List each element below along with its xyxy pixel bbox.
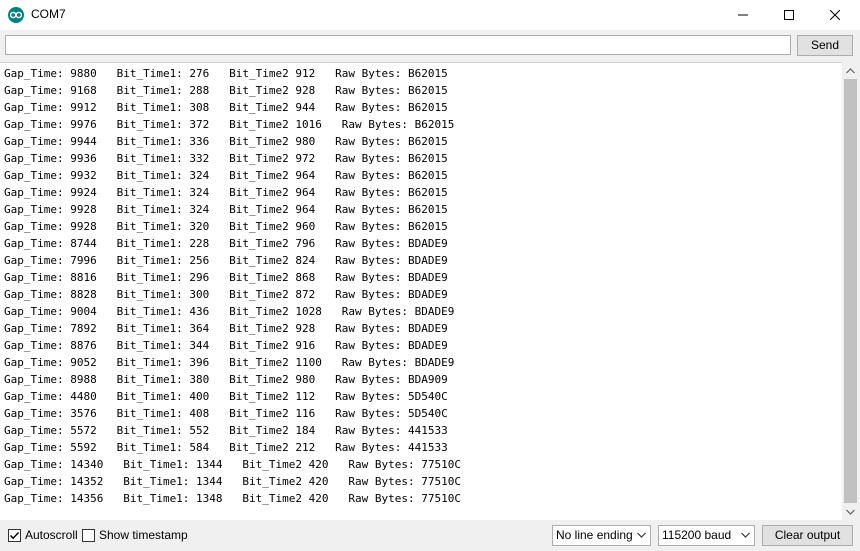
serial-output-line: Gap_Time: 7996 Bit_Time1: 256 Bit_Time2 …: [4, 254, 448, 267]
close-button[interactable]: [812, 0, 858, 30]
serial-input[interactable]: [5, 35, 791, 55]
show-timestamp-label: Show timestamp: [99, 528, 188, 542]
serial-output-line: Gap_Time: 8816 Bit_Time1: 296 Bit_Time2 …: [4, 271, 448, 284]
serial-output-line: Gap_Time: 9168 Bit_Time1: 288 Bit_Time2 …: [4, 84, 448, 97]
serial-output-line: Gap_Time: 8876 Bit_Time1: 344 Bit_Time2 …: [4, 339, 448, 352]
serial-output-line: Gap_Time: 9928 Bit_Time1: 320 Bit_Time2 …: [4, 220, 448, 233]
chevron-down-icon: [846, 509, 855, 515]
autoscroll-checkbox[interactable]: [8, 529, 21, 542]
bottom-bar: Autoscroll Show timestamp No line ending…: [0, 520, 860, 551]
serial-output-line: Gap_Time: 9932 Bit_Time1: 324 Bit_Time2 …: [4, 169, 448, 182]
serial-output-line: Gap_Time: 4480 Bit_Time1: 400 Bit_Time2 …: [4, 390, 448, 403]
scroll-down-button[interactable]: [842, 503, 859, 520]
clear-output-button[interactable]: Clear output: [762, 525, 853, 546]
close-icon: [830, 10, 840, 20]
send-bar: Send: [0, 30, 860, 60]
scrollbar-thumb[interactable]: [844, 79, 857, 503]
serial-output-line: Gap_Time: 9936 Bit_Time1: 332 Bit_Time2 …: [4, 152, 448, 165]
baud-rate-value: 115200 baud: [662, 528, 732, 542]
title-bar: COM7: [0, 0, 860, 30]
maximize-icon: [784, 10, 794, 20]
serial-output[interactable]: Gap_Time: 9880 Bit_Time1: 276 Bit_Time2 …: [0, 62, 842, 521]
autoscroll-label: Autoscroll: [25, 528, 78, 542]
vertical-scrollbar[interactable]: [842, 62, 859, 520]
chevron-down-icon: [637, 532, 646, 538]
serial-output-line: Gap_Time: 14340 Bit_Time1: 1344 Bit_Time…: [4, 458, 461, 471]
serial-output-line: Gap_Time: 9976 Bit_Time1: 372 Bit_Time2 …: [4, 118, 455, 131]
chevron-down-icon: [741, 532, 750, 538]
serial-output-line: Gap_Time: 5592 Bit_Time1: 584 Bit_Time2 …: [4, 441, 448, 454]
show-timestamp-checkbox[interactable]: [82, 529, 95, 542]
minimize-icon: [738, 14, 748, 16]
serial-output-line: Gap_Time: 8828 Bit_Time1: 300 Bit_Time2 …: [4, 288, 448, 301]
serial-output-line: Gap_Time: 14356 Bit_Time1: 1348 Bit_Time…: [4, 492, 461, 505]
line-ending-value: No line ending: [556, 528, 633, 542]
serial-output-line: Gap_Time: 9004 Bit_Time1: 436 Bit_Time2 …: [4, 305, 455, 318]
baud-rate-select[interactable]: 115200 baud: [658, 525, 755, 546]
serial-output-line: Gap_Time: 14352 Bit_Time1: 1344 Bit_Time…: [4, 475, 461, 488]
serial-output-line: Gap_Time: 9924 Bit_Time1: 324 Bit_Time2 …: [4, 186, 448, 199]
serial-output-line: Gap_Time: 5572 Bit_Time1: 552 Bit_Time2 …: [4, 424, 448, 437]
line-ending-select[interactable]: No line ending: [552, 525, 651, 546]
window-title: COM7: [31, 7, 66, 21]
serial-output-line: Gap_Time: 9928 Bit_Time1: 324 Bit_Time2 …: [4, 203, 448, 216]
serial-output-line: Gap_Time: 7892 Bit_Time1: 364 Bit_Time2 …: [4, 322, 448, 335]
serial-output-line: Gap_Time: 9944 Bit_Time1: 336 Bit_Time2 …: [4, 135, 448, 148]
minimize-button[interactable]: [720, 0, 766, 30]
maximize-button[interactable]: [766, 0, 812, 30]
serial-output-line: Gap_Time: 9912 Bit_Time1: 308 Bit_Time2 …: [4, 101, 448, 114]
serial-output-line: Gap_Time: 8744 Bit_Time1: 228 Bit_Time2 …: [4, 237, 448, 250]
scroll-up-button[interactable]: [842, 62, 859, 79]
serial-output-line: Gap_Time: 3576 Bit_Time1: 408 Bit_Time2 …: [4, 407, 448, 420]
send-button[interactable]: Send: [797, 35, 853, 56]
checkmark-icon: [9, 531, 20, 540]
serial-output-line: Gap_Time: 9052 Bit_Time1: 396 Bit_Time2 …: [4, 356, 455, 369]
chevron-up-icon: [846, 67, 855, 73]
serial-output-line: Gap_Time: 9880 Bit_Time1: 276 Bit_Time2 …: [4, 67, 448, 80]
serial-output-line: Gap_Time: 8988 Bit_Time1: 380 Bit_Time2 …: [4, 373, 448, 386]
arduino-logo-icon: [8, 7, 24, 23]
